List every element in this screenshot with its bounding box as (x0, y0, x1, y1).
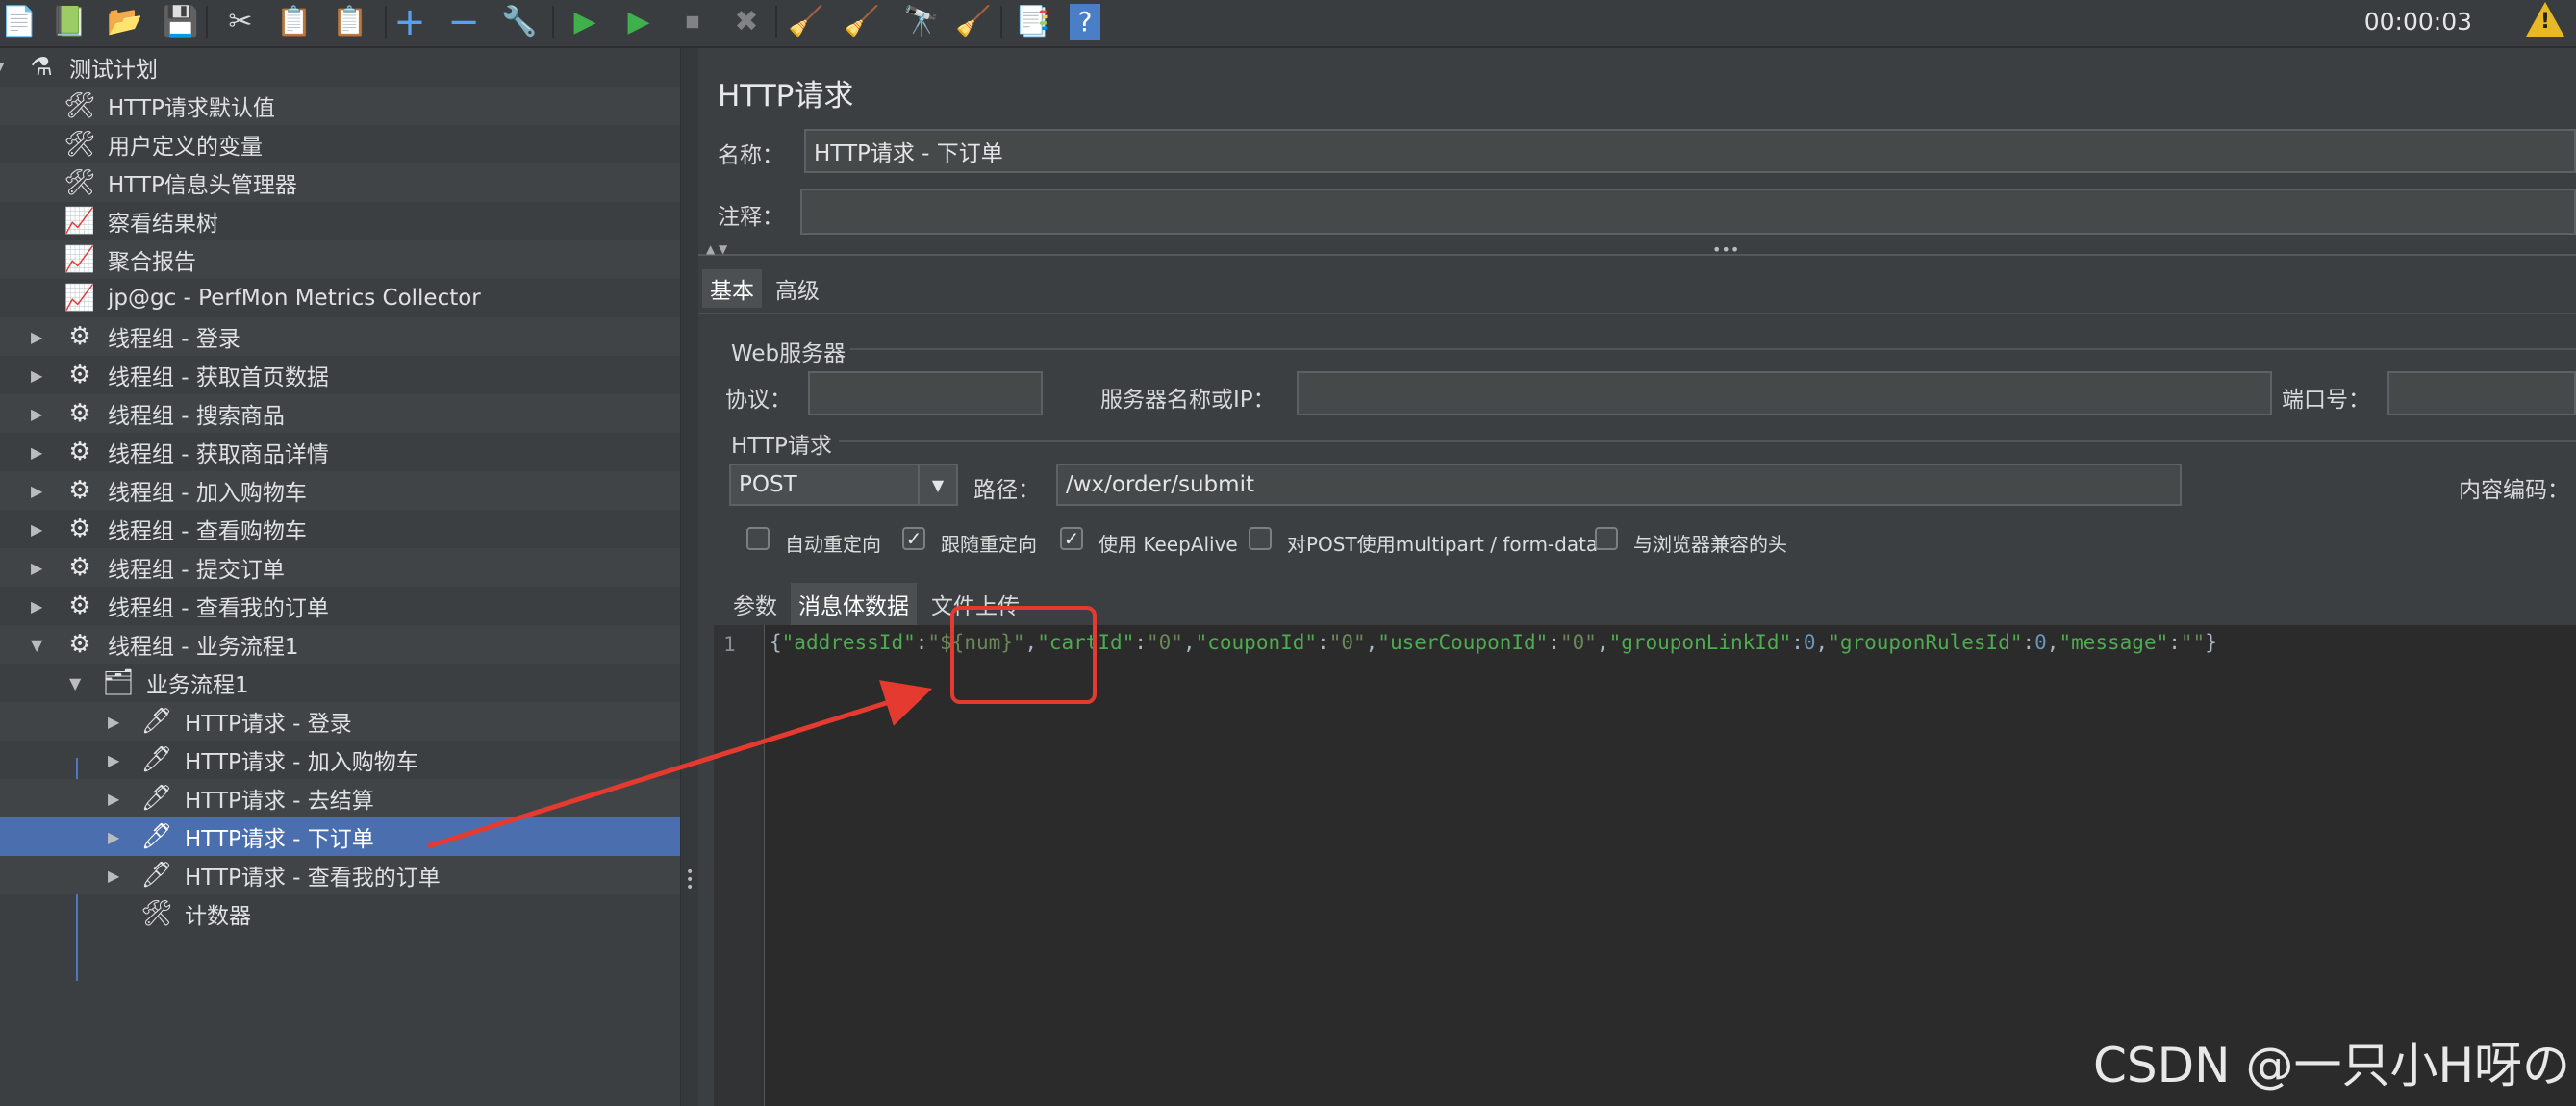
annotation-arrow (427, 680, 933, 849)
watermark: CSDN @一只小H呀の (2093, 1038, 2571, 1093)
